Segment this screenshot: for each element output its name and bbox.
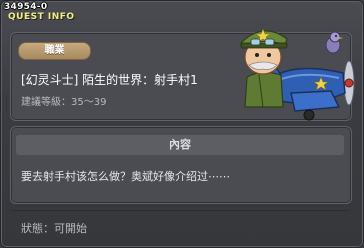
pilot-character xyxy=(240,28,288,108)
recommended-level: 建議等級：35～39 xyxy=(21,97,107,108)
quest-status: 狀態：可開始 xyxy=(21,222,87,235)
quest-id: 34954-0 xyxy=(4,2,48,12)
divider xyxy=(10,210,350,211)
quest-info-window: 34954-0 QUEST INFO 職業 [幻灵斗士] 陌生的世界：射手村1 … xyxy=(0,0,364,248)
quest-content-panel: 內容 要去射手村该怎么做？奥斌好像介绍过⋯⋯ xyxy=(10,126,352,204)
content-text: 要去射手村该怎么做？奥斌好像介绍过⋯⋯ xyxy=(21,170,230,183)
window-title: QUEST INFO xyxy=(8,12,75,22)
propeller-icon xyxy=(343,60,355,106)
npc-pilot-on-plane-icon xyxy=(240,28,355,121)
quest-name: [幻灵斗士] 陌生的世界：射手村1 xyxy=(21,73,198,87)
content-header: 內容 xyxy=(16,135,344,155)
bird-icon xyxy=(325,31,343,54)
job-tag: 職業 xyxy=(18,42,91,60)
